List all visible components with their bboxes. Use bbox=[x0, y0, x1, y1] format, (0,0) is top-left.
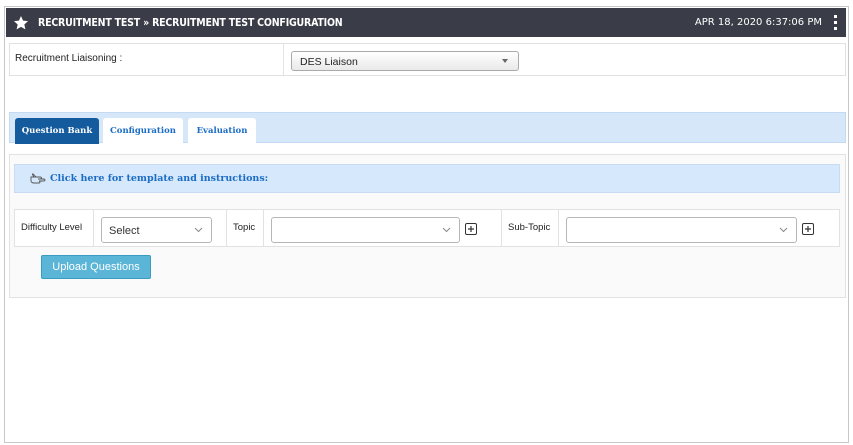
filter-divider bbox=[93, 210, 94, 246]
caret-down-icon bbox=[502, 59, 508, 63]
header-datetime: APR 18, 2020 6:37:06 PM bbox=[694, 17, 822, 28]
tab-question-bank[interactable]: Question Bank bbox=[15, 118, 99, 144]
instructions-link-text: Click here for template and instructions… bbox=[50, 173, 269, 184]
liaison-dropdown-value: DES Liaison bbox=[300, 56, 358, 68]
chevron-down-icon bbox=[442, 227, 451, 233]
page-header: RECRUITMENT TEST » RECRUITMENT TEST CONF… bbox=[6, 8, 846, 37]
difficulty-level-select[interactable]: Select bbox=[101, 217, 212, 243]
difficulty-level-label: Difficulty Level bbox=[21, 222, 83, 233]
liaison-row: Recruitment Liaisoning : DES Liaison bbox=[9, 43, 846, 76]
chevron-down-icon bbox=[779, 227, 788, 233]
upload-questions-button[interactable]: Upload Questions bbox=[41, 255, 151, 279]
liaison-divider bbox=[283, 44, 284, 75]
tab-evaluation[interactable]: Evaluation bbox=[188, 118, 256, 144]
liaison-label: Recruitment Liaisoning : bbox=[15, 53, 123, 64]
filter-divider bbox=[501, 210, 502, 246]
filter-divider bbox=[263, 210, 264, 246]
add-topic-icon[interactable] bbox=[465, 223, 477, 235]
sub-topic-label: Sub-Topic bbox=[508, 222, 551, 233]
difficulty-level-value: Select bbox=[109, 225, 140, 237]
star-icon[interactable] bbox=[13, 15, 29, 31]
filter-row: Difficulty Level Select Topic Sub-Topic bbox=[14, 209, 840, 247]
chevron-down-icon bbox=[194, 227, 203, 233]
filter-divider bbox=[558, 210, 559, 246]
sub-topic-select[interactable] bbox=[566, 217, 797, 243]
topic-select[interactable] bbox=[271, 217, 460, 243]
instructions-link[interactable]: Click here for template and instructions… bbox=[14, 164, 840, 193]
kebab-menu-icon[interactable] bbox=[834, 15, 838, 30]
tab-configuration[interactable]: Configuration bbox=[103, 118, 183, 144]
page-title: RECRUITMENT TEST » RECRUITMENT TEST CONF… bbox=[38, 16, 343, 29]
pointing-hand-icon bbox=[30, 172, 46, 185]
tab-strip: Question Bank Configuration Evaluation bbox=[9, 112, 846, 144]
topic-label: Topic bbox=[233, 222, 256, 233]
add-sub-topic-icon[interactable] bbox=[802, 223, 814, 235]
liaison-dropdown[interactable]: DES Liaison bbox=[291, 51, 519, 71]
filter-divider bbox=[226, 210, 227, 246]
